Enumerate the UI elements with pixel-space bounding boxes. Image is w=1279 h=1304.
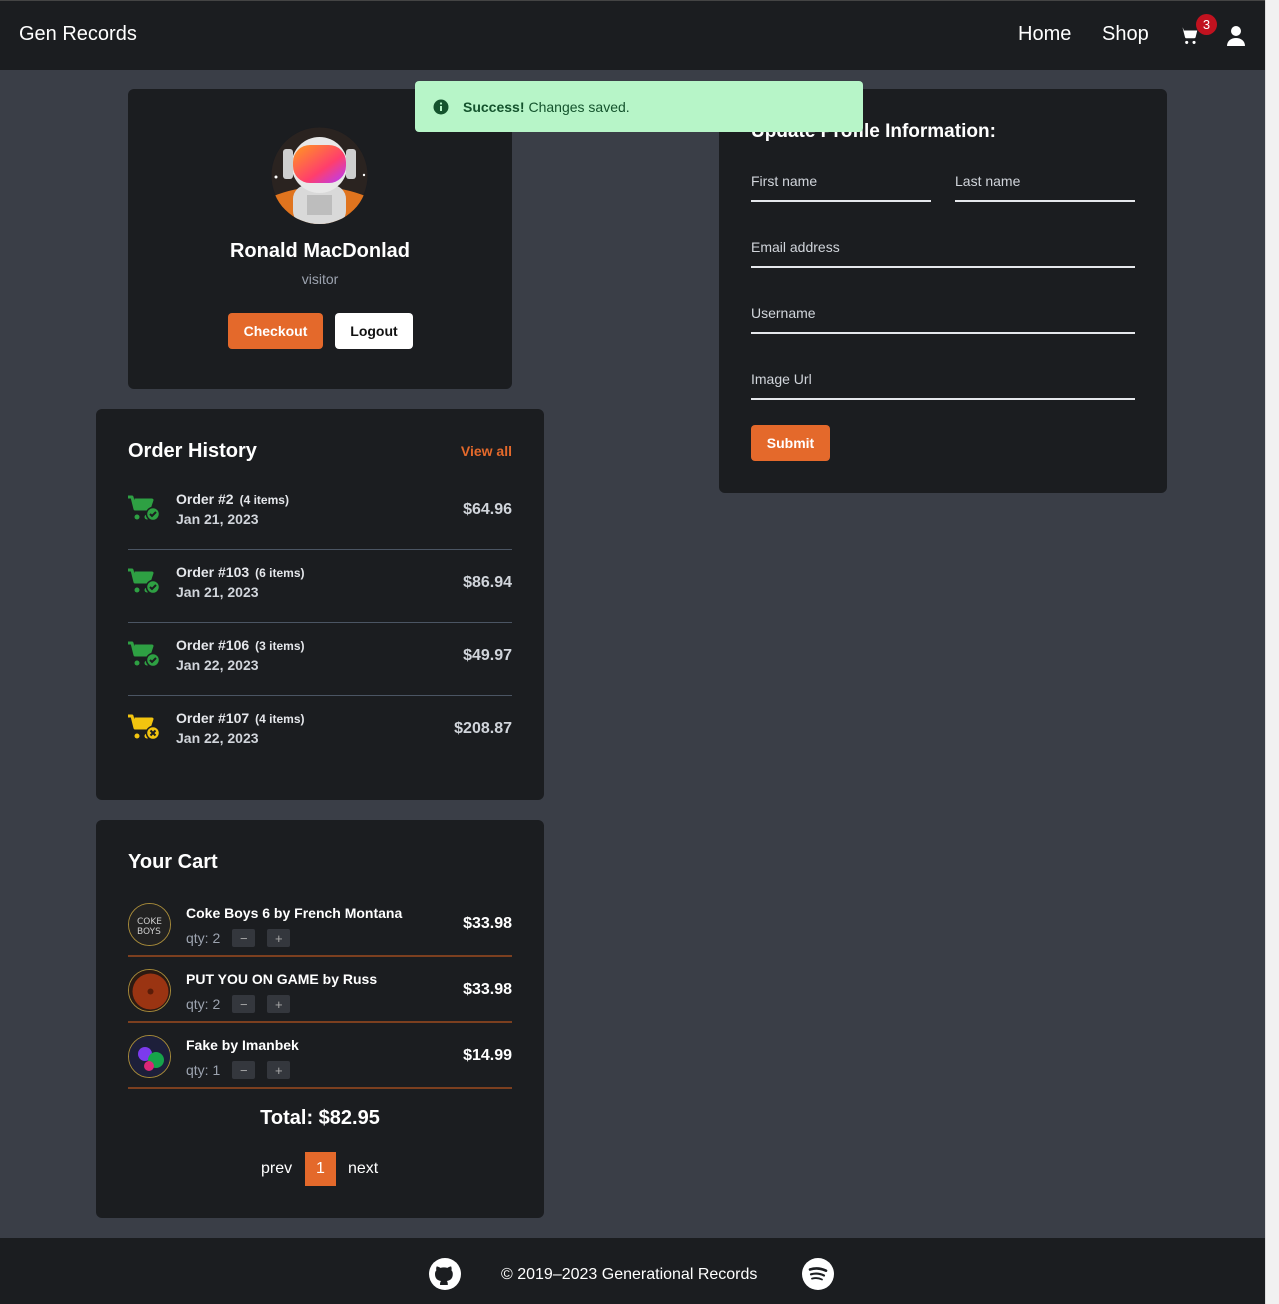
- profile-card: Ronald MacDonlad visitor Checkout Logout: [128, 89, 512, 389]
- email-field[interactable]: Email address: [751, 237, 1135, 268]
- order-name: Order #106 (3 items): [176, 637, 305, 653]
- page-1-button[interactable]: 1: [305, 1152, 336, 1186]
- prev-page-button[interactable]: prev: [261, 1160, 292, 1178]
- update-profile-card: Update Profile Information: First name L…: [719, 89, 1167, 493]
- order-history-card: Order History View all Order #2 (4 items)…: [96, 409, 544, 800]
- navbar: Gen Records Home Shop 3: [0, 0, 1265, 70]
- decrease-qty-button[interactable]: −: [232, 995, 256, 1013]
- order-row[interactable]: Order #106 (3 items) Jan 22, 2023 $49.97: [128, 623, 512, 696]
- decrease-qty-button[interactable]: −: [232, 1061, 256, 1079]
- order-date: Jan 21, 2023: [176, 511, 259, 527]
- username-label: Username: [751, 305, 816, 321]
- cart-check-icon: [128, 568, 160, 595]
- spotify-icon[interactable]: [802, 1258, 834, 1290]
- cart-title: Your Cart: [128, 851, 218, 873]
- cart-item-name[interactable]: PUT YOU ON GAME by Russ: [186, 971, 377, 987]
- cart-item-name[interactable]: Fake by Imanbek: [186, 1037, 299, 1053]
- increase-qty-button[interactable]: +: [267, 929, 291, 947]
- cart-count-badge: 3: [1196, 14, 1217, 35]
- svg-text:COKE: COKE: [137, 917, 162, 927]
- username-field[interactable]: Username: [751, 303, 1135, 334]
- success-alert: Success! Changes saved.: [415, 81, 863, 132]
- nav-home-link[interactable]: Home: [1018, 23, 1071, 46]
- cart-x-icon: [128, 714, 160, 741]
- cart-item-price: $14.99: [463, 1047, 512, 1064]
- order-row[interactable]: Order #107 (4 items) Jan 22, 2023 $208.87: [128, 696, 512, 769]
- avatar: [271, 127, 368, 224]
- first-name-label: First name: [751, 173, 818, 189]
- decrease-qty-button[interactable]: −: [232, 929, 256, 947]
- view-all-link[interactable]: View all: [461, 443, 512, 459]
- cart-item-qty: qty: 1 − +: [186, 1061, 291, 1079]
- album-thumbnail: COKE BOYS: [128, 903, 171, 946]
- image-url-label: Image Url: [751, 371, 812, 387]
- album-thumbnail: [128, 969, 171, 1012]
- order-history-title: Order History: [128, 440, 257, 462]
- order-date: Jan 22, 2023: [176, 657, 259, 673]
- cart-check-icon: [128, 641, 160, 668]
- svg-text:BOYS: BOYS: [137, 927, 161, 937]
- cart-item: PUT YOU ON GAME by Russ qty: 2 − + $33.9…: [128, 957, 512, 1023]
- image-url-field[interactable]: Image Url: [751, 369, 1135, 400]
- order-name: Order #103 (6 items): [176, 564, 305, 580]
- cart-item-price: $33.98: [463, 981, 512, 998]
- user-icon[interactable]: [1226, 25, 1246, 47]
- email-label: Email address: [751, 239, 840, 255]
- profile-role: visitor: [301, 271, 339, 287]
- first-name-field[interactable]: First name: [751, 171, 931, 202]
- footer-copyright: © 2019–2023 Generational Records: [501, 1266, 758, 1283]
- logout-button[interactable]: Logout: [335, 313, 413, 349]
- alert-message: Changes saved.: [528, 98, 630, 115]
- footer: © 2019–2023 Generational Records: [0, 1238, 1265, 1304]
- last-name-label: Last name: [955, 173, 1021, 189]
- cart-card: Your Cart COKE BOYS Coke Boys 6 by French…: [96, 820, 544, 1218]
- nav-shop-link[interactable]: Shop: [1102, 23, 1149, 46]
- cart-item: COKE BOYS Coke Boys 6 by French Montana q…: [128, 891, 512, 957]
- album-thumbnail: [128, 1035, 171, 1078]
- checkout-button[interactable]: Checkout: [228, 313, 323, 349]
- pagination: prev 1 next: [96, 1152, 544, 1186]
- submit-button[interactable]: Submit: [751, 425, 830, 461]
- increase-qty-button[interactable]: +: [267, 1061, 291, 1079]
- profile-name: Ronald MacDonlad: [229, 240, 410, 262]
- page-scrollbar[interactable]: [1265, 0, 1279, 1304]
- order-name: Order #107 (4 items): [176, 710, 305, 726]
- cart-item-price: $33.98: [463, 915, 512, 932]
- github-icon[interactable]: [429, 1258, 461, 1290]
- cart-total: Total: $82.95: [260, 1107, 380, 1129]
- alert-strong-text: Success!: [463, 98, 525, 115]
- cart-item-qty: qty: 2 − +: [186, 995, 291, 1013]
- order-total: $86.94: [463, 574, 512, 591]
- cart-check-icon: [128, 495, 160, 522]
- order-row[interactable]: Order #2 (4 items) Jan 21, 2023 $64.96: [128, 477, 512, 550]
- order-date: Jan 21, 2023: [176, 584, 259, 600]
- order-total: $208.87: [454, 720, 512, 737]
- brand-link[interactable]: Gen Records: [19, 23, 137, 46]
- next-page-button[interactable]: next: [348, 1160, 378, 1178]
- order-date: Jan 22, 2023: [176, 730, 259, 746]
- cart-item: Fake by Imanbek qty: 1 − + $14.99: [128, 1023, 512, 1089]
- order-name: Order #2 (4 items): [176, 491, 289, 507]
- order-total: $64.96: [463, 501, 512, 518]
- info-icon: [433, 99, 449, 114]
- increase-qty-button[interactable]: +: [267, 995, 291, 1013]
- cart-item-qty: qty: 2 − +: [186, 929, 291, 947]
- cart-item-name[interactable]: Coke Boys 6 by French Montana: [186, 905, 402, 921]
- last-name-field[interactable]: Last name: [955, 171, 1135, 202]
- order-row[interactable]: Order #103 (6 items) Jan 21, 2023 $86.94: [128, 550, 512, 623]
- order-total: $49.97: [463, 647, 512, 664]
